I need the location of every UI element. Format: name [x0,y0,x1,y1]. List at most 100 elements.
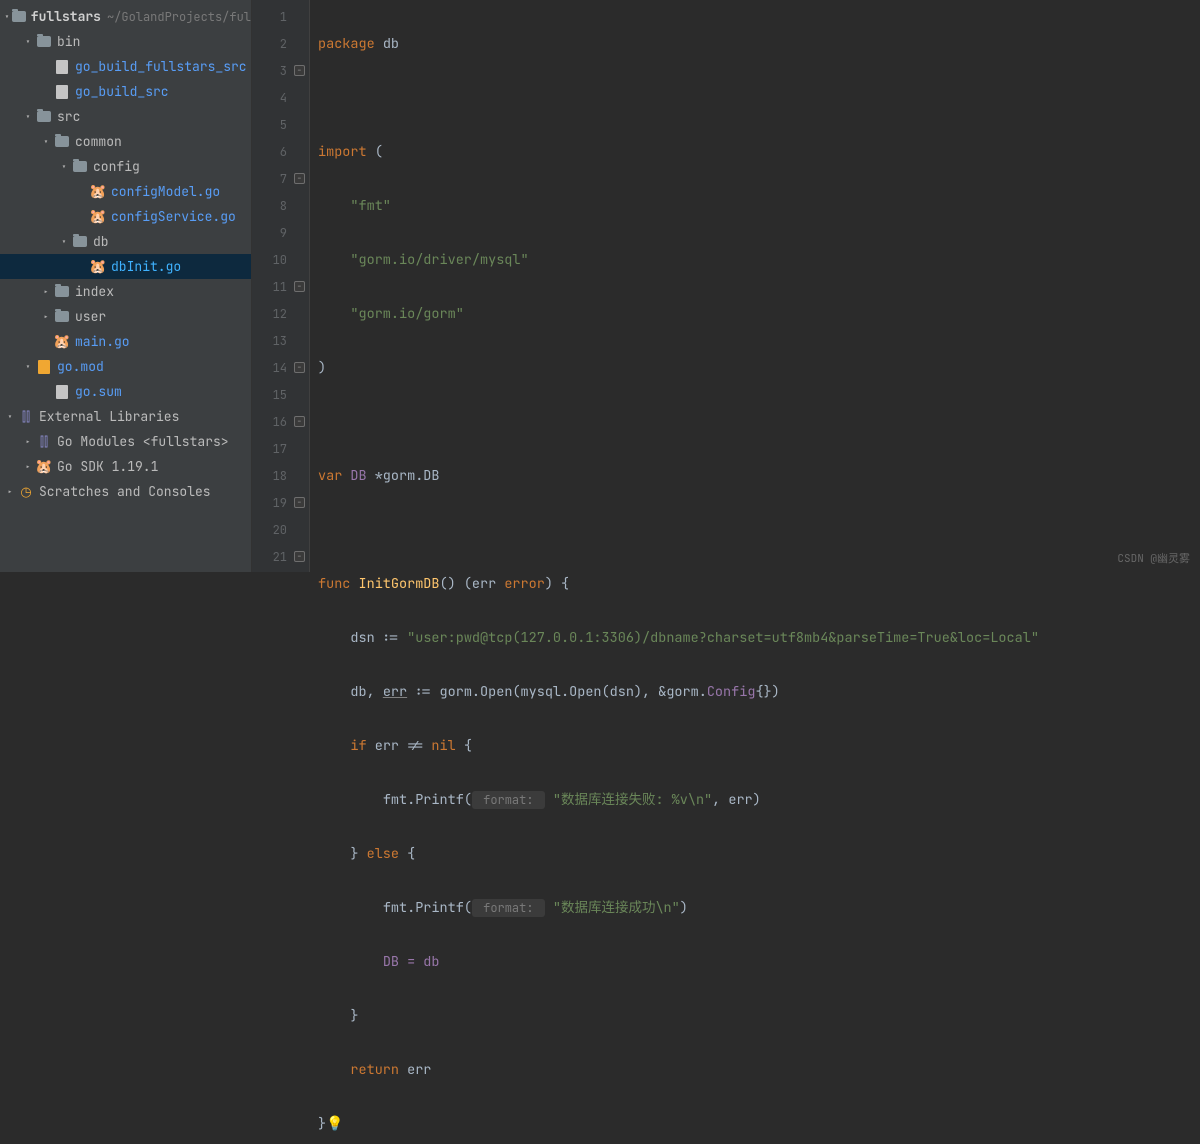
tree-label: index [75,283,114,300]
folder-icon [36,34,52,50]
chevron-down-icon: ▾ [22,361,34,373]
tree-label: Go SDK 1.19.1 [57,458,158,475]
chevron-down-icon: ▾ [22,36,34,48]
line-number: 20 [252,517,309,544]
tree-index[interactable]: ▸ index [0,279,251,304]
tree-file[interactable]: ▾ go.sum [0,379,251,404]
line-number: 21− [252,544,309,571]
tree-src[interactable]: ▾ src [0,104,251,129]
fold-icon[interactable]: − [294,551,305,562]
file-icon [54,84,70,100]
chevron-right-icon: ▸ [40,286,52,298]
tree-gomod[interactable]: ▾ go.mod [0,354,251,379]
line-number: 8 [252,193,309,220]
tree-label: common [75,133,122,150]
intention-bulb-icon[interactable]: 💡 [326,1115,343,1133]
tree-label: go.mod [57,358,104,375]
tree-file[interactable]: ▾ 🐹 configService.go [0,204,251,229]
chevron-right-icon: ▸ [22,436,34,448]
chevron-down-icon: ▾ [58,161,70,173]
folder-icon [54,134,70,150]
tree-label: db [93,233,109,250]
fold-icon[interactable]: − [294,281,305,292]
tree-config[interactable]: ▾ config [0,154,251,179]
folder-icon [72,234,88,250]
file-icon [54,59,70,75]
line-number: 1 [252,4,309,31]
fold-icon[interactable]: − [294,173,305,184]
code-editor[interactable]: 1 2 3− 4 5 6 7− 8 9 10 11− 12 13 14− 15 … [252,0,1200,572]
tree-label: user [75,308,106,325]
file-icon [54,384,70,400]
folder-icon [36,109,52,125]
line-number: 16− [252,409,309,436]
go-file-icon: 🐹 [90,184,106,200]
tree-label: go_build_fullstars_src [75,58,247,75]
tree-gomodules[interactable]: ▸ ⫿⫿ Go Modules <fullstars> [0,429,251,454]
tree-label: main.go [75,333,130,350]
line-number: 13 [252,328,309,355]
folder-icon [54,309,70,325]
fold-icon[interactable]: − [294,497,305,508]
line-number: 19− [252,490,309,517]
chevron-down-icon: ▾ [4,11,10,23]
line-number: 2 [252,31,309,58]
go-file-icon: 🐹 [90,259,106,275]
tree-label: configModel.go [111,183,220,200]
line-number: 14− [252,355,309,382]
tree-bin[interactable]: ▾ bin [0,29,251,54]
tree-label: fullstars [31,8,101,25]
library-icon: ⫿⫿ [36,434,52,450]
tree-label: dbInit.go [111,258,181,275]
chevron-right-icon: ▸ [40,311,52,323]
folder-icon [54,284,70,300]
line-number: 4 [252,85,309,112]
folder-icon [72,159,88,175]
line-number: 18 [252,463,309,490]
project-tree: ▾ fullstars ~/GolandProjects/ful ▾ bin ▾… [0,0,252,572]
tree-file[interactable]: ▾ go_build_src [0,79,251,104]
tree-label: Go Modules <fullstars> [57,433,229,450]
scratches-icon: ◷ [18,484,34,500]
line-number: 10 [252,247,309,274]
fold-icon[interactable]: − [294,362,305,373]
tree-scratches[interactable]: ▸ ◷ Scratches and Consoles [0,479,251,504]
go-sdk-icon: 🐹 [36,459,52,475]
tree-file[interactable]: ▾ 🐹 configModel.go [0,179,251,204]
line-number: 6 [252,139,309,166]
tree-file[interactable]: ▾ 🐹 main.go [0,329,251,354]
watermark: CSDN @幽灵雾 [1117,550,1190,566]
go-file-icon: 🐹 [90,209,106,225]
tree-gosdk[interactable]: ▸ 🐹 Go SDK 1.19.1 [0,454,251,479]
chevron-down-icon: ▾ [40,136,52,148]
tree-label: bin [57,33,80,50]
tree-label: go.sum [75,383,122,400]
code-content[interactable]: package db import ( "fmt" "gorm.io/drive… [310,0,1200,572]
tree-file[interactable]: ▾ go_build_fullstars_src [0,54,251,79]
file-icon [36,359,52,375]
fold-icon[interactable]: − [294,416,305,427]
line-number: 5 [252,112,309,139]
tree-db[interactable]: ▾ db [0,229,251,254]
tree-label: src [57,108,80,125]
tree-extlib[interactable]: ▾ ⫿⫿ External Libraries [0,404,251,429]
tree-common[interactable]: ▾ common [0,129,251,154]
chevron-down-icon: ▾ [58,236,70,248]
fold-icon[interactable]: − [294,65,305,76]
chevron-right-icon: ▸ [4,486,16,498]
go-file-icon: 🐹 [54,334,70,350]
tree-root[interactable]: ▾ fullstars ~/GolandProjects/ful [0,4,251,29]
library-icon: ⫿⫿ [18,409,34,425]
line-number: 12 [252,301,309,328]
tree-path: ~/GolandProjects/ful [107,9,251,25]
gutter: 1 2 3− 4 5 6 7− 8 9 10 11− 12 13 14− 15 … [252,0,310,572]
tree-label: External Libraries [39,408,179,425]
tree-label: config [93,158,140,175]
tree-file-selected[interactable]: ▾ 🐹 dbInit.go [0,254,251,279]
line-number: 11− [252,274,309,301]
line-number: 9 [252,220,309,247]
line-number: 3− [252,58,309,85]
chevron-down-icon: ▾ [4,411,16,423]
tree-user[interactable]: ▸ user [0,304,251,329]
tree-label: Scratches and Consoles [39,483,211,500]
